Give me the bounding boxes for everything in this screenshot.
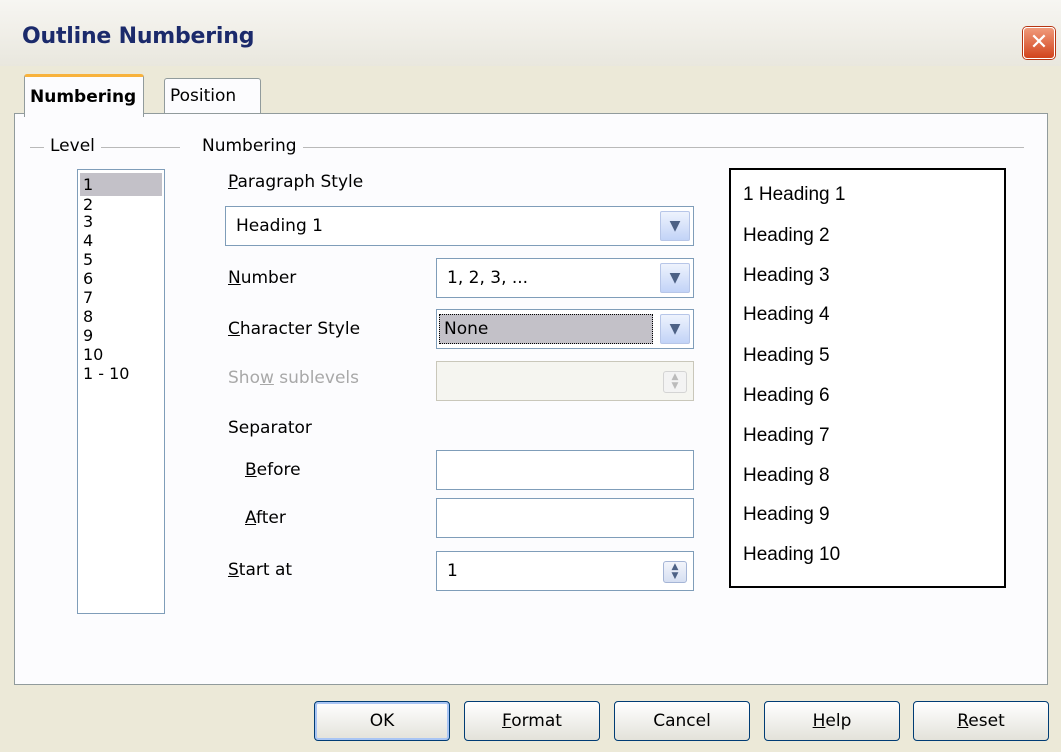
tab-position[interactable]: Position bbox=[164, 78, 261, 114]
preview-line: Heading 3 bbox=[743, 265, 830, 286]
preview-line: Heading 2 bbox=[743, 225, 830, 246]
cancel-button[interactable]: Cancel bbox=[614, 701, 750, 741]
separator-label: Separator bbox=[228, 418, 312, 438]
chevron-down-icon[interactable]: ▼ bbox=[660, 314, 690, 344]
preview-box: 1 Heading 1 Heading 2 Heading 3 Heading … bbox=[729, 168, 1006, 588]
chevron-down-icon[interactable]: ▼ bbox=[660, 211, 690, 241]
level-item-all[interactable]: 1 - 10 bbox=[78, 362, 164, 385]
chevron-down-icon[interactable]: ▼ bbox=[660, 263, 690, 293]
after-input[interactable] bbox=[436, 498, 694, 538]
level-group-label: Level bbox=[44, 136, 101, 156]
show-sublevels-label: Show sublevels bbox=[228, 368, 359, 388]
reset-button[interactable]: Reset bbox=[913, 701, 1049, 741]
start-at-spinner[interactable]: 1 ▲ ▼ bbox=[436, 551, 694, 591]
preview-line: Heading 4 bbox=[743, 304, 830, 325]
after-label: After bbox=[245, 508, 286, 528]
number-dropdown[interactable]: 1, 2, 3, ... ▼ bbox=[436, 258, 694, 298]
spin-arrows-icon[interactable]: ▲ ▼ bbox=[663, 561, 687, 583]
preview-line: Heading 7 bbox=[743, 425, 830, 446]
level-list[interactable]: 1 2 3 4 5 6 7 8 9 10 1 - 10 bbox=[77, 169, 165, 614]
format-button[interactable]: Format bbox=[464, 701, 600, 741]
before-input[interactable] bbox=[436, 450, 694, 490]
ok-button[interactable]: OK bbox=[314, 701, 450, 741]
number-value: 1, 2, 3, ... bbox=[447, 268, 529, 288]
start-at-label: Start at bbox=[228, 560, 293, 580]
paragraph-style-dropdown[interactable]: Heading 1 ▼ bbox=[225, 206, 694, 246]
character-style-dropdown[interactable]: None ▼ bbox=[436, 309, 694, 349]
character-style-value: None bbox=[439, 314, 653, 344]
start-at-value: 1 bbox=[447, 561, 458, 581]
close-button[interactable]: ✕ bbox=[1023, 27, 1055, 59]
number-label: Number bbox=[228, 268, 297, 288]
paragraph-style-label: Paragraph Style bbox=[228, 172, 364, 192]
paragraph-style-value: Heading 1 bbox=[236, 216, 323, 236]
before-label: Before bbox=[245, 460, 301, 480]
preview-line: Heading 8 bbox=[743, 465, 830, 486]
tab-numbering[interactable]: Numbering bbox=[24, 74, 145, 117]
spin-arrows-icon[interactable]: ▲ ▼ bbox=[663, 371, 687, 393]
help-button[interactable]: Help bbox=[764, 701, 900, 741]
preview-line: Heading 5 bbox=[743, 345, 830, 366]
window-title: Outline Numbering bbox=[22, 24, 255, 49]
character-style-label: Character Style bbox=[228, 319, 361, 339]
numbering-group-label: Numbering bbox=[196, 136, 303, 156]
preview-line: Heading 9 bbox=[743, 504, 830, 525]
show-sublevels-spinner[interactable]: ▲ ▼ bbox=[436, 361, 694, 401]
preview-line: Heading 6 bbox=[743, 385, 830, 406]
numbering-group-line bbox=[196, 147, 1024, 148]
preview-line: 1 Heading 1 bbox=[743, 184, 846, 205]
close-icon: ✕ bbox=[1029, 30, 1049, 55]
preview-line: Heading 10 bbox=[743, 544, 841, 565]
